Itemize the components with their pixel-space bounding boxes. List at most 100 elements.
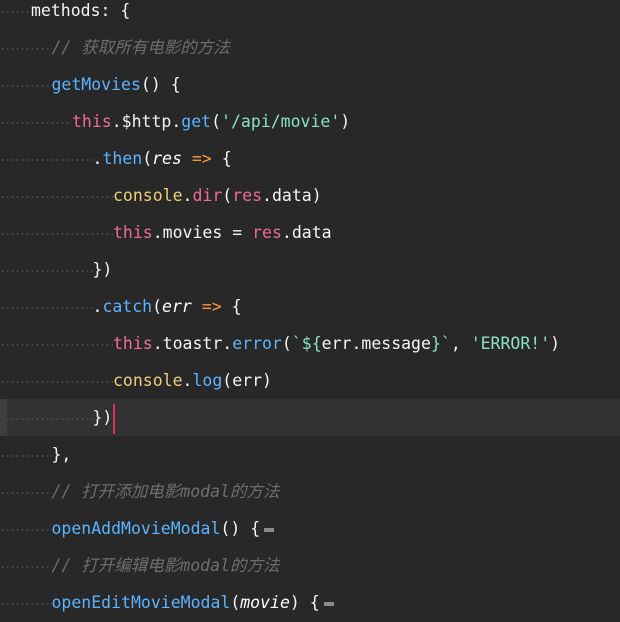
indent-whitespace — [0, 66, 52, 103]
code-token: this — [113, 223, 153, 242]
indent-whitespace — [0, 214, 113, 251]
code-token: . — [92, 149, 103, 168]
code-text: // 打开编辑电影modal的方法 — [52, 556, 280, 575]
code-token: methods — [31, 1, 101, 20]
code-line[interactable]: // 获取所有电影的方法 — [0, 29, 620, 66]
code-token: this — [113, 334, 153, 353]
code-token: error — [232, 334, 282, 353]
code-token: err — [162, 297, 192, 316]
code-token: }) — [92, 260, 113, 279]
code-line[interactable]: openEditMovieModal(movie) { — [0, 584, 620, 621]
code-text: }) — [93, 408, 113, 427]
code-line[interactable]: console.log(err) — [0, 362, 620, 399]
indent-whitespace — [0, 0, 31, 29]
code-token: .movies = — [152, 223, 253, 242]
indent-whitespace — [0, 177, 113, 214]
code-line[interactable]: }) — [0, 399, 620, 436]
code-token: // 打开添加电影modal的方法 — [51, 482, 280, 501]
code-text: this.$http.get('/api/movie') — [72, 112, 350, 131]
code-text: openEditMovieModal(movie) { — [52, 593, 320, 612]
code-text: // 获取所有电影的方法 — [52, 38, 230, 57]
code-line[interactable]: openAddMovieModal() { — [0, 510, 620, 547]
code-line[interactable]: console.dir(res.data) — [0, 177, 620, 214]
indent-whitespace — [0, 473, 52, 510]
code-token: { — [231, 297, 242, 316]
code-token: catch — [102, 297, 153, 316]
code-token: res — [232, 186, 263, 205]
code-text: console.dir(res.data) — [113, 186, 322, 205]
code-text: .then(res => { — [93, 149, 232, 168]
code-token: log — [192, 371, 223, 390]
code-line[interactable]: }) — [0, 251, 620, 288]
code-line[interactable]: .catch(err => { — [0, 288, 620, 325]
line-gutter-marker — [0, 399, 7, 436]
code-token: .data — [281, 223, 332, 242]
code-token: .toastr. — [152, 334, 233, 353]
indent-whitespace — [0, 251, 93, 288]
code-token: => — [181, 149, 222, 168]
code-token: . — [92, 297, 103, 316]
code-line[interactable]: getMovies() { — [0, 66, 620, 103]
code-token: get — [181, 112, 212, 131]
code-text: console.log(err) — [113, 371, 272, 390]
code-token: }) — [92, 408, 113, 427]
code-text: // 打开添加电影modal的方法 — [52, 482, 280, 501]
code-token: then — [102, 149, 143, 168]
code-line[interactable]: .then(res => { — [0, 140, 620, 177]
code-token: ( — [281, 334, 292, 353]
code-token: ( — [152, 297, 163, 316]
code-token: () { — [220, 519, 261, 538]
code-token: openEditMovieModal — [51, 593, 231, 612]
code-text: .catch(err => { — [93, 297, 242, 316]
code-token: . — [182, 186, 193, 205]
code-token: movie — [240, 593, 290, 612]
code-token: : { — [100, 1, 131, 20]
text-cursor — [113, 403, 116, 434]
code-token: ( — [142, 149, 153, 168]
code-token: this — [72, 112, 112, 131]
code-token: ( — [222, 186, 233, 205]
code-token: }` — [430, 334, 451, 353]
code-line[interactable]: this.$http.get('/api/movie') — [0, 103, 620, 140]
indent-whitespace — [0, 399, 93, 436]
fold-indicator-icon[interactable] — [323, 601, 334, 606]
code-token: . — [182, 371, 193, 390]
code-line[interactable]: // 打开添加电影modal的方法 — [0, 473, 620, 510]
code-text: methods: { — [31, 1, 130, 20]
code-token: => — [191, 297, 232, 316]
code-text: this.movies = res.data — [113, 223, 332, 242]
code-text: }, — [52, 445, 72, 464]
code-token: `${ — [291, 334, 322, 353]
code-token: 'ERROR!' — [470, 334, 551, 353]
indent-whitespace — [0, 29, 52, 66]
code-token: console — [113, 371, 183, 390]
code-text: this.toastr.error(`${err.message}`, 'ERR… — [113, 334, 560, 353]
indent-whitespace — [0, 140, 93, 177]
indent-whitespace — [0, 362, 113, 399]
code-token: openAddMovieModal — [51, 519, 221, 538]
code-line[interactable]: this.toastr.error(`${err.message}`, 'ERR… — [0, 325, 620, 362]
indent-whitespace — [0, 584, 52, 621]
code-token: ) { — [289, 593, 320, 612]
code-editor[interactable]: methods: { // 获取所有电影的方法 getMovies() { this.… — [0, 0, 620, 622]
code-token: ( — [230, 593, 241, 612]
code-line[interactable]: // 打开编辑电影modal的方法 — [0, 547, 620, 584]
code-token: ) — [550, 334, 561, 353]
code-line[interactable]: this.movies = res.data — [0, 214, 620, 251]
code-line[interactable]: }, — [0, 436, 620, 473]
code-token: ) — [340, 112, 351, 131]
fold-indicator-icon[interactable] — [264, 527, 275, 532]
code-token: // 打开编辑电影modal的方法 — [51, 556, 280, 575]
code-token: , — [450, 334, 471, 353]
code-token: res — [152, 149, 182, 168]
code-token: console — [113, 186, 183, 205]
indent-whitespace — [0, 436, 52, 473]
indent-whitespace — [0, 288, 93, 325]
indent-whitespace — [0, 547, 52, 584]
code-line[interactable]: methods: { — [0, 0, 620, 29]
indent-whitespace — [0, 103, 72, 140]
code-text: }) — [93, 260, 113, 279]
code-token: (err) — [222, 371, 272, 390]
indent-whitespace — [0, 510, 52, 547]
code-token: }, — [51, 445, 72, 464]
